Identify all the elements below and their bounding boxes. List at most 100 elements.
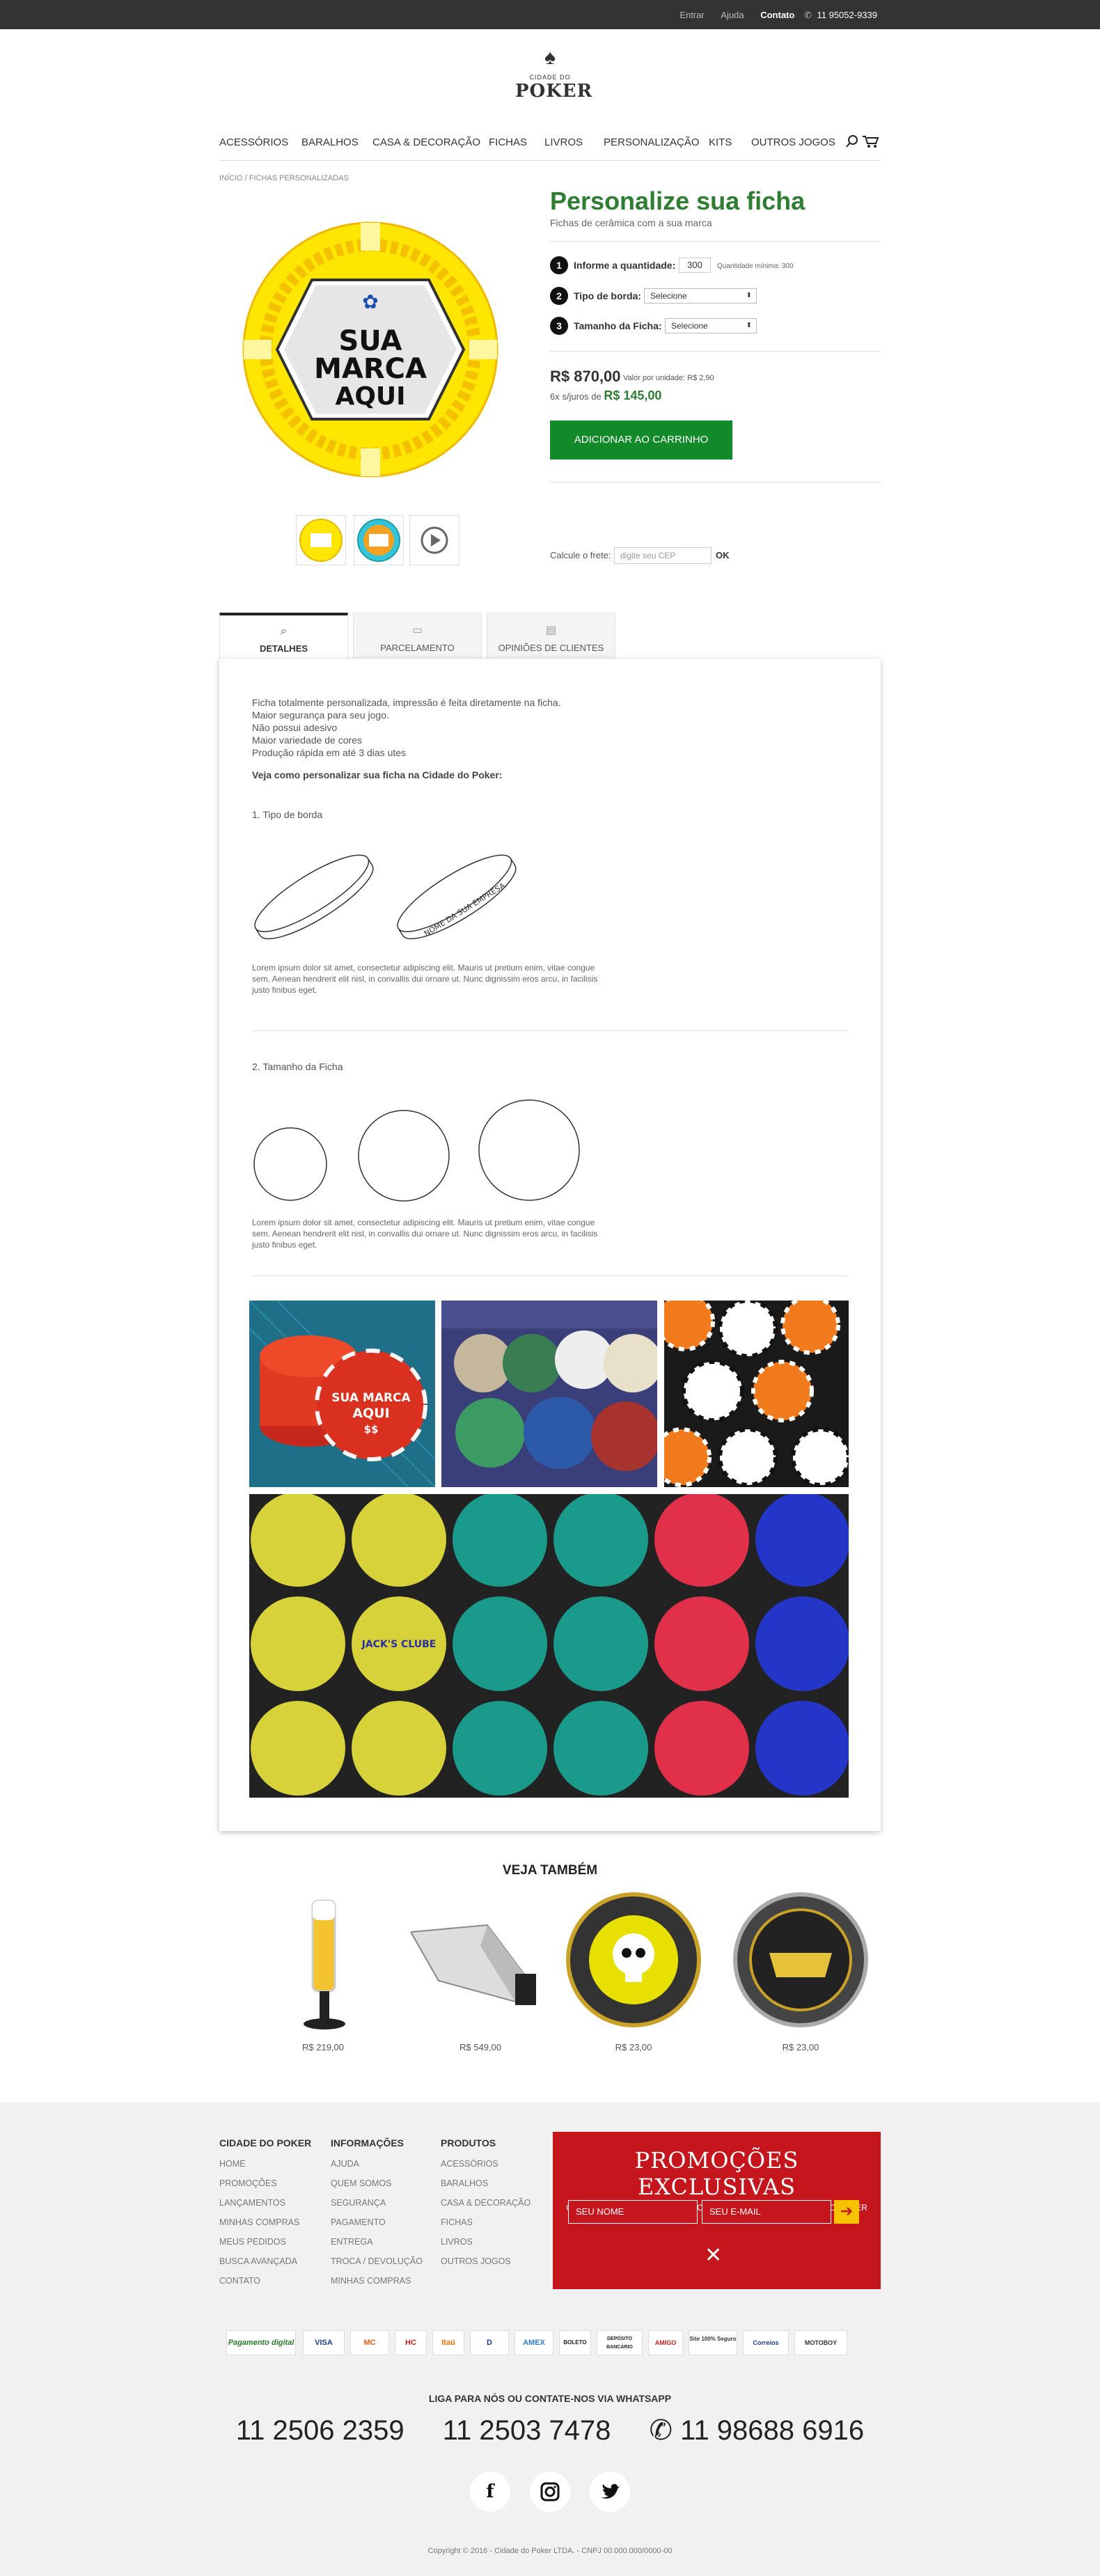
- product-main-image[interactable]: ✿ SUA MARCA AQUI: [242, 221, 498, 478]
- search-cart-icons[interactable]: [846, 134, 881, 149]
- newsletter-submit-button[interactable]: ➔: [834, 2200, 859, 2224]
- unit-price: Valor por unidade: R$ 2,90: [623, 374, 714, 382]
- phone-2[interactable]: 11 2503 7478: [443, 2415, 611, 2446]
- related-product-vegas-coin[interactable]: R$ 23,00: [731, 1890, 870, 2057]
- nav-item-kits[interactable]: KITS: [709, 136, 732, 148]
- visa-badge: VISA: [303, 2330, 345, 2355]
- instagram-icon[interactable]: [530, 2472, 570, 2512]
- contact-heading: LIGA PARA NÓS OU CONTATE-NOS VIA WHATSAP…: [428, 2393, 672, 2404]
- footer-link-promocoes[interactable]: PROMOÇÕES: [219, 2174, 311, 2193]
- twitter-glyph: [601, 2483, 620, 2499]
- divider: [252, 1275, 847, 1276]
- spade-crossed-icon: ♠: [544, 46, 556, 69]
- footer-link-seguranca[interactable]: SEGURANÇA: [331, 2193, 423, 2213]
- phone-1[interactable]: 11 2506 2359: [236, 2415, 404, 2446]
- nav-item-casa-decoracao[interactable]: CASA & DECORAÇÃO: [372, 136, 480, 148]
- card-shoe-image: [409, 1924, 536, 2005]
- instagram-glyph: [540, 2482, 560, 2502]
- cep-input[interactable]: digite seu CEP: [614, 547, 712, 564]
- step-label: Tipo de borda:: [574, 290, 641, 301]
- tab-detalhes[interactable]: ⌕ DETALHES: [219, 613, 348, 659]
- login-link[interactable]: Entrar: [679, 10, 704, 20]
- photo-red-chips: SUA MARCA AQUI $$: [249, 1301, 435, 1487]
- related-price: R$ 549,00: [459, 2042, 501, 2052]
- footer-link-fichas[interactable]: FICHAS: [441, 2213, 531, 2232]
- footer-link-contato[interactable]: CONTATO: [219, 2271, 311, 2291]
- nav-item-personalizacao[interactable]: PERSONALIZAÇÃO: [604, 136, 700, 148]
- footer-link-entrega[interactable]: ENTREGA: [331, 2232, 423, 2252]
- add-to-cart-button[interactable]: ADICIONAR AO CARRINHO: [550, 421, 732, 460]
- shipping-ok-button[interactable]: OK: [716, 550, 730, 560]
- hipercard-badge: HC: [395, 2330, 427, 2355]
- footer-link-troca[interactable]: TROCA / DEVOLUÇÃO: [331, 2252, 423, 2271]
- tab-opinioes[interactable]: ▤ OPINIÕES DE CLIENTES: [487, 613, 615, 659]
- select-value: Selecione: [650, 291, 687, 301]
- divider: [550, 241, 881, 242]
- tab-label: OPINIÕES DE CLIENTES: [498, 643, 604, 653]
- footer-link-baralhos[interactable]: BARALHOS: [441, 2174, 531, 2193]
- footer-link-pagamento[interactable]: PAGAMENTO: [331, 2213, 423, 2232]
- footer-link-ajuda[interactable]: AJUDA: [331, 2154, 423, 2174]
- thumbnail-cyan[interactable]: [354, 515, 404, 565]
- step-border: 2 Tipo de borda:: [550, 287, 641, 305]
- footer-link-minhas-compras-2[interactable]: MINHAS COMPRAS: [331, 2271, 423, 2291]
- phone-numbers: 11 2506 2359 11 2503 7478 ✆ 11 98688 691…: [0, 2414, 1100, 2447]
- desc-line: Maior segurança para seu jogo.: [252, 709, 389, 721]
- footer-link-outros[interactable]: OUTROS JOGOS: [441, 2252, 531, 2271]
- footer-link-busca[interactable]: BUSCA AVANÇADA: [219, 2252, 311, 2271]
- border-type-select[interactable]: Selecione ⬍: [644, 288, 757, 304]
- newsletter-name-input[interactable]: SEU NOME: [568, 2200, 698, 2224]
- product-price: R$ 870,00: [550, 368, 621, 385]
- nav-item-acessorios[interactable]: ACESSÓRIOS: [219, 136, 288, 148]
- contact-link[interactable]: Contato: [760, 10, 794, 20]
- site-logo[interactable]: ♠ CIDADE DO POKER: [515, 42, 592, 111]
- footer-link-casa[interactable]: CASA & DECORAÇÃO: [441, 2193, 531, 2213]
- nav-item-baralhos[interactable]: BARALHOS: [301, 136, 359, 148]
- newsletter-email-input[interactable]: SEU E-MAIL: [702, 2200, 831, 2224]
- photo-chip-text-2: AQUI: [352, 1406, 389, 1421]
- installments-prefix: 6x: [550, 391, 560, 402]
- whatsapp-phone[interactable]: ✆ 11 98688 6916: [650, 2415, 865, 2446]
- thumbnail-video[interactable]: [409, 515, 459, 565]
- thumb-cyan-chip: [357, 519, 400, 562]
- footer-link-quem-somos[interactable]: QUEM SOMOS: [331, 2174, 423, 2193]
- quantity-input[interactable]: 300: [679, 258, 711, 273]
- promo-title: PROMOÇÕES EXCLUSIVAS: [634, 2147, 799, 2200]
- related-product-skull-coin[interactable]: R$ 23,00: [564, 1890, 703, 2057]
- chip-text-2: MARCA: [314, 353, 427, 385]
- newsletter-box: PROMOÇÕES EXCLUSIVAS CADASTRE-SE E RECEB…: [553, 2132, 881, 2289]
- nav-item-fichas[interactable]: FICHAS: [489, 136, 527, 148]
- facebook-icon[interactable]: f: [470, 2472, 510, 2512]
- tab-label: DETALHES: [259, 643, 308, 654]
- phone-3: 11 98688 6916: [680, 2415, 865, 2446]
- photo-multicolor-chips: [441, 1301, 657, 1487]
- tab-parcelamento[interactable]: ▭ PARCELAMENTO: [353, 613, 482, 659]
- nav-divider: [219, 160, 881, 161]
- footer-link-livros[interactable]: LIVROS: [441, 2232, 531, 2252]
- chip-size-select[interactable]: Selecione ⬍: [665, 318, 757, 333]
- itau-badge: Itaú: [432, 2330, 464, 2355]
- related-product-beer-tower[interactable]: R$ 219,00: [253, 1890, 393, 2057]
- nav-item-outros-jogos[interactable]: OUTROS JOGOS: [751, 136, 835, 148]
- related-title: VEJA TAMBÉM: [502, 1863, 598, 1878]
- twitter-icon[interactable]: [590, 2472, 630, 2512]
- footer-link-lancamentos[interactable]: LANÇAMENTOS: [219, 2193, 311, 2213]
- installments-mid: s/juros de: [562, 391, 602, 402]
- footer-link-acessorios[interactable]: ACESSÓRIOS: [441, 2154, 531, 2174]
- help-link[interactable]: Ajuda: [721, 10, 744, 20]
- motoboy-badge: MOTOBOY: [794, 2330, 847, 2355]
- nav-item-livros[interactable]: LIVROS: [544, 136, 583, 148]
- footer-link-home[interactable]: HOME: [219, 2154, 311, 2174]
- search-icon: ⌕: [281, 625, 287, 637]
- border-types-illustration: NOME DA SUA EMPRESA: [254, 854, 517, 940]
- secure-site-badge: Site 100% Seguro: [689, 2330, 737, 2355]
- footer-link-meus-pedidos[interactable]: MEUS PEDIDOS: [219, 2232, 311, 2252]
- svg-text:✿: ✿: [362, 291, 378, 313]
- select-value: Selecione: [671, 321, 708, 331]
- photo-chip-text-3: $$: [364, 1423, 379, 1436]
- related-product-card-shoe[interactable]: R$ 549,00: [409, 1890, 550, 2057]
- chevron-down-icon: ⬍: [746, 322, 752, 329]
- footer-link-minhas-compras[interactable]: MINHAS COMPRAS: [219, 2213, 311, 2232]
- step-number: 3: [550, 317, 568, 335]
- thumbnail-yellow[interactable]: [296, 515, 346, 565]
